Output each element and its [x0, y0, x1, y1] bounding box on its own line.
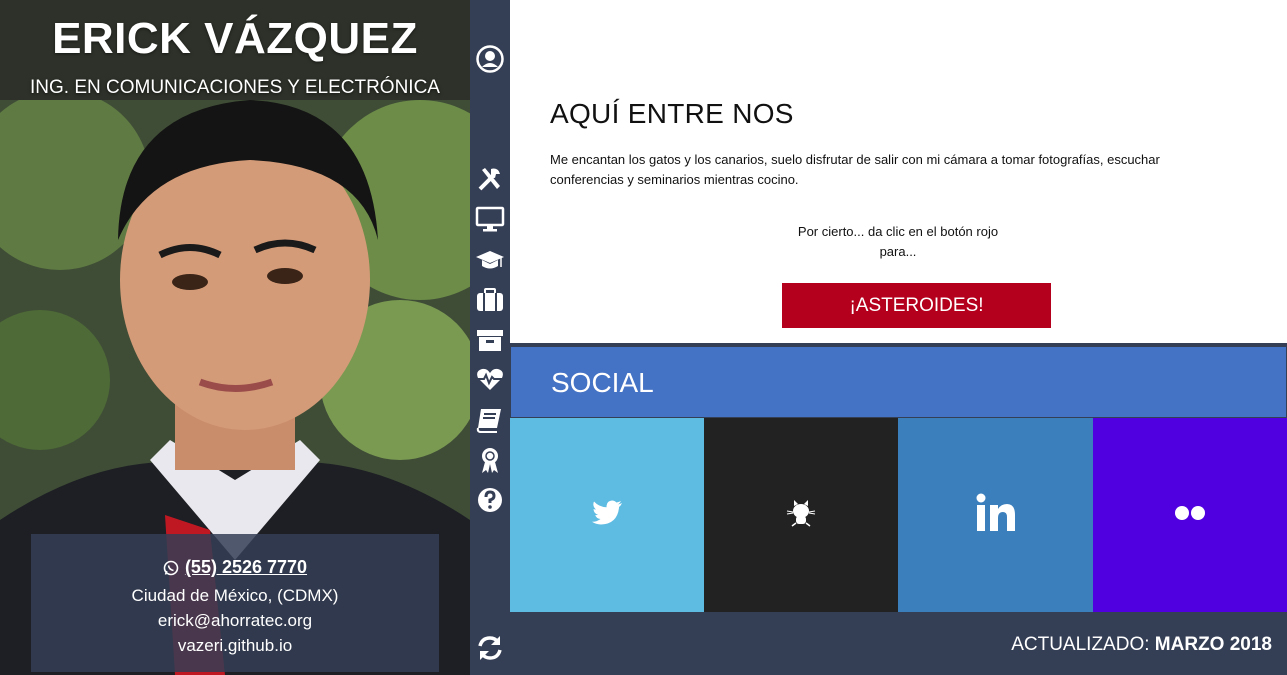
page: ERICK VÁZQUEZ ING. EN COMUNICACIONES Y E…	[0, 0, 1287, 675]
whatsapp-icon	[163, 558, 179, 583]
github-tile[interactable]	[704, 418, 898, 612]
tools-icon[interactable]	[475, 164, 505, 194]
contact-phone-row[interactable]: (55) 2526 7770	[31, 555, 439, 583]
refresh-icon[interactable]	[475, 633, 505, 663]
archive-icon[interactable]	[475, 325, 505, 355]
asteroids-hint: Por cierto... da clic en el botón rojo p…	[770, 222, 1026, 262]
contact-website[interactable]: vazeri.github.io	[31, 633, 439, 658]
award-icon[interactable]	[475, 445, 505, 475]
updated-label: ACTUALIZADO:	[1011, 634, 1150, 655]
social-section: SOCIAL	[510, 347, 1287, 612]
contact-city: Ciudad de México, (CDMX)	[131, 586, 339, 605]
about-bio: Me encantan los gatos y los canarios, su…	[550, 152, 1160, 187]
monitor-icon[interactable]	[475, 204, 505, 234]
user-circle-icon[interactable]	[475, 44, 505, 74]
social-title: SOCIAL	[511, 347, 1286, 417]
last-updated: ACTUALIZADO: MARZO 2018	[1011, 634, 1272, 656]
profile-name: ERICK VÁZQUEZ	[52, 14, 418, 63]
question-icon[interactable]	[475, 485, 505, 515]
contact-card: (55) 2526 7770 Ciudad de México, (CDMX) …	[31, 534, 439, 672]
flickr-icon	[1174, 505, 1206, 526]
asteroids-button[interactable]: ¡ASTEROIDES!	[782, 283, 1051, 328]
twitter-icon	[591, 500, 623, 531]
icon-nav	[470, 0, 510, 675]
twitter-tile[interactable]	[510, 418, 704, 612]
linkedin-tile[interactable]	[898, 418, 1093, 612]
about-title: AQUÍ ENTRE NOS	[550, 98, 794, 129]
book-icon[interactable]	[475, 405, 505, 435]
about-section: AQUÍ ENTRE NOS Me encantan los gatos y l…	[510, 0, 1287, 343]
hint-line-1: Por cierto... da clic en el botón rojo	[797, 224, 999, 239]
graduation-cap-icon[interactable]	[475, 245, 505, 275]
contact-email[interactable]: erick@ahorratec.org	[31, 608, 439, 633]
github-icon	[785, 499, 817, 532]
profile-panel: ERICK VÁZQUEZ ING. EN COMUNICACIONES Y E…	[0, 0, 470, 675]
profile-subtitle: ING. EN COMUNICACIONES Y ELECTRÓNICA	[30, 77, 440, 98]
footer: ACTUALIZADO: MARZO 2018	[510, 612, 1287, 675]
linkedin-icon	[975, 493, 1017, 538]
phone-link[interactable]: (55) 2526 7770	[185, 557, 307, 577]
briefcase-icon[interactable]	[475, 285, 505, 315]
flickr-tile[interactable]	[1093, 418, 1287, 612]
hint-line-2: para...	[879, 244, 917, 259]
updated-date: MARZO 2018	[1154, 634, 1272, 655]
heartbeat-icon[interactable]	[475, 364, 505, 394]
